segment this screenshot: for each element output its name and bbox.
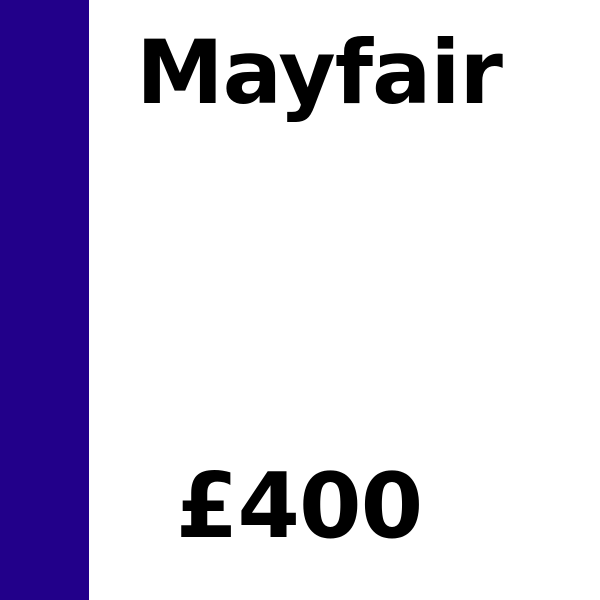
property-price: £400 bbox=[175, 454, 424, 559]
property-card: Mayfair £400 bbox=[0, 0, 600, 600]
color-band bbox=[0, 0, 89, 600]
property-name: Mayfair bbox=[136, 21, 503, 124]
